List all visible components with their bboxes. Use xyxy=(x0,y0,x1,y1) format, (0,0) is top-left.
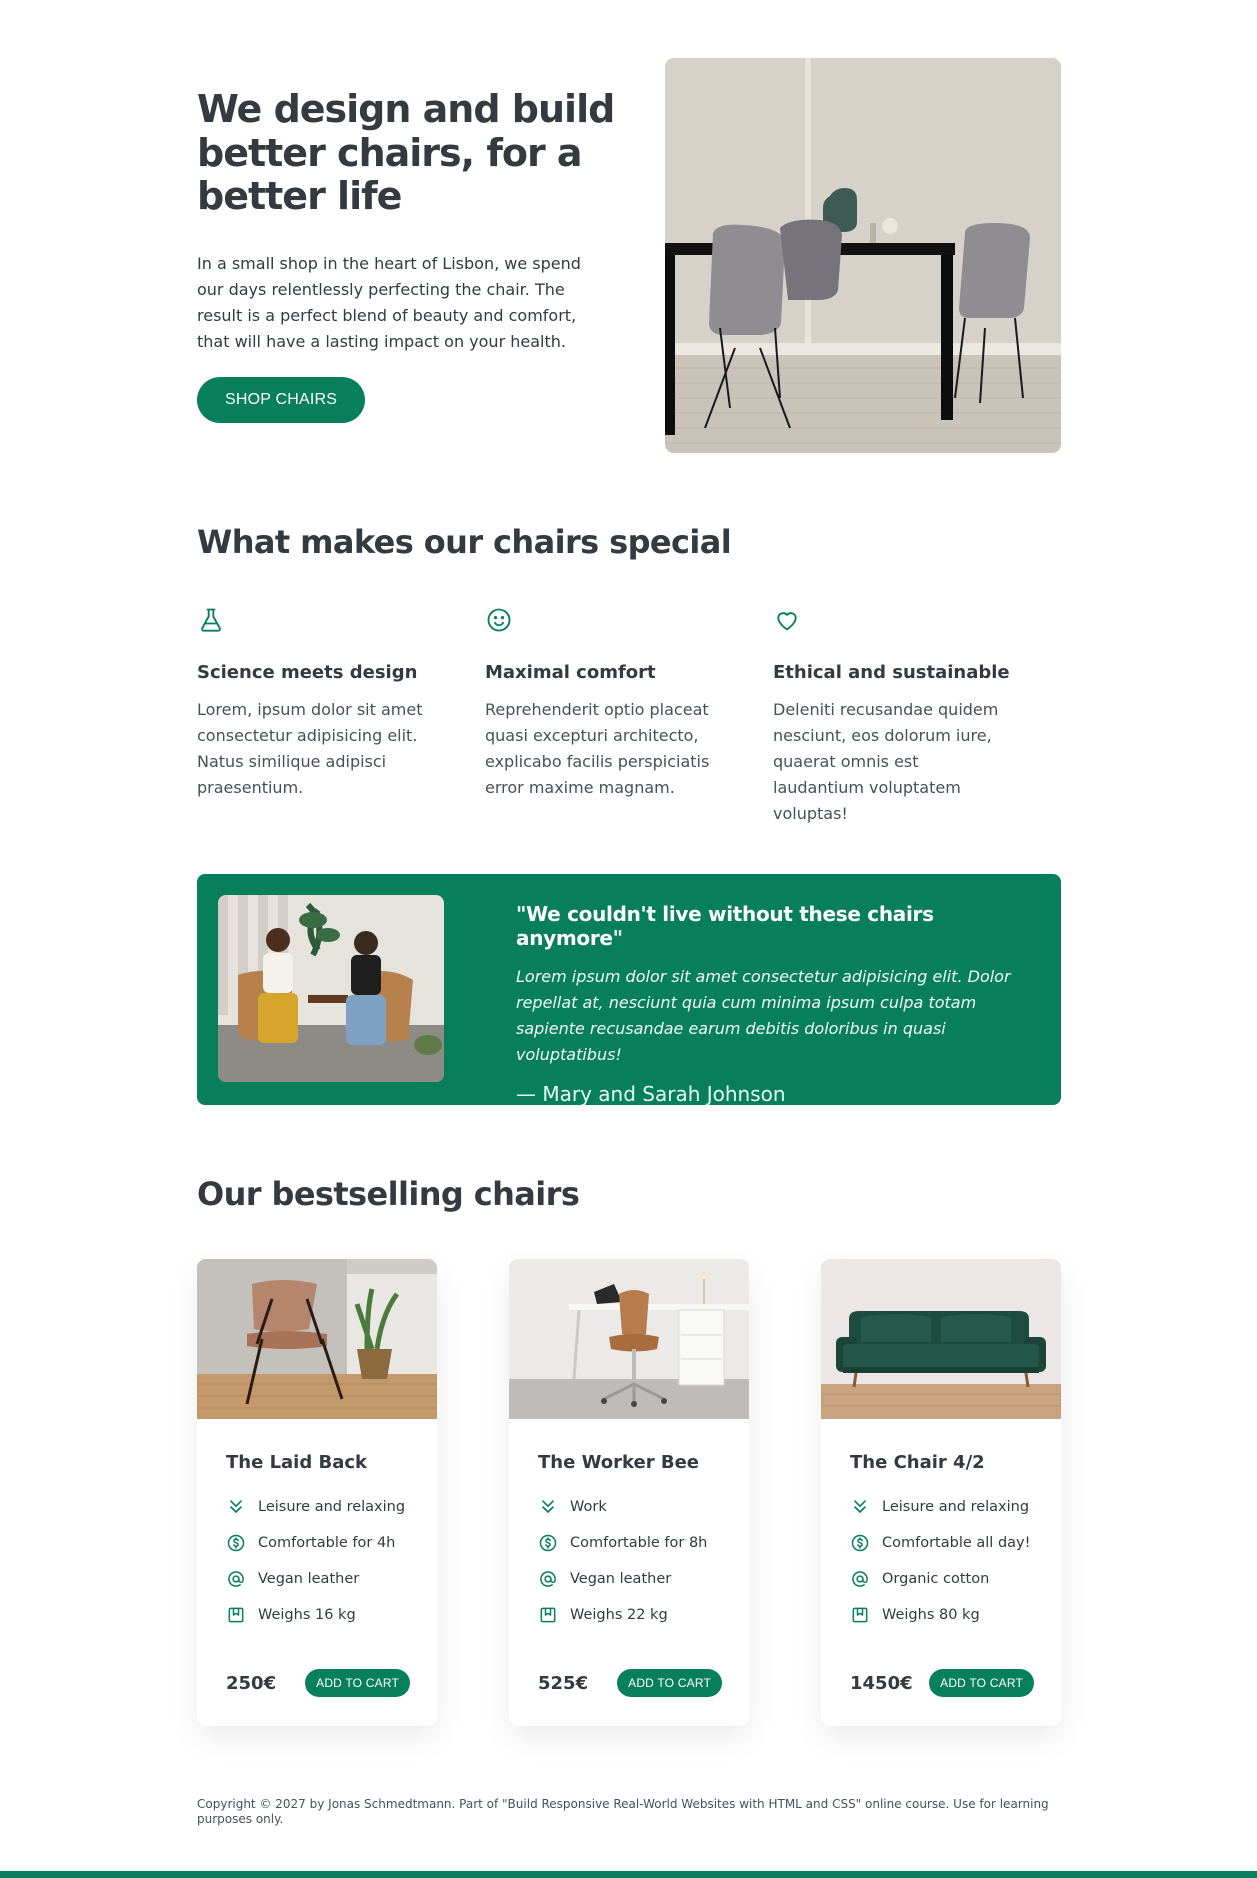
attribute-text: Comfortable for 4h xyxy=(258,1535,396,1551)
testimonial-author: — Mary and Sarah Johnson xyxy=(516,1082,786,1106)
product-price: 525€ xyxy=(538,1672,589,1694)
feature-title: Science meets design xyxy=(197,662,418,683)
feature-title: Maximal comfort xyxy=(485,662,656,683)
product-card-body: The Worker Bee Work Comfortable for 8h V… xyxy=(509,1419,749,1633)
chevrons-down-icon xyxy=(854,1500,866,1513)
chevrons-down-icon xyxy=(542,1500,554,1513)
attribute-text: Weighs 80 kg xyxy=(882,1607,980,1623)
attribute-text: Vegan leather xyxy=(258,1571,360,1587)
bookmark-icon xyxy=(852,1607,868,1623)
smile-icon xyxy=(487,608,511,632)
add-to-cart-button[interactable]: ADD TO CART xyxy=(617,1669,722,1697)
bookmark-icon xyxy=(228,1607,244,1623)
product-image xyxy=(197,1259,437,1419)
attribute-text: Organic cotton xyxy=(882,1571,990,1587)
list-item: Comfortable for 8h xyxy=(538,1525,720,1561)
feature-text: Lorem, ipsum dolor sit amet consectetur … xyxy=(197,700,423,797)
list-item: Vegan leather xyxy=(538,1561,720,1597)
feature-title: Ethical and sustainable xyxy=(773,662,1010,683)
product-card-body: The Laid Back Leisure and relaxing Comfo… xyxy=(197,1419,437,1633)
attribute-text: Weighs 16 kg xyxy=(258,1607,356,1623)
footer-copyright: Copyright © 2027 by Jonas Schmedtmann. P… xyxy=(197,1797,1049,1826)
product-footer: 525€ ADD TO CART xyxy=(538,1669,722,1697)
feature-item: Science meets design Lorem, ipsum dolor … xyxy=(197,606,485,827)
shop-chairs-button[interactable]: SHOP CHAIRS xyxy=(197,377,366,424)
product-name: The Chair 4/2 xyxy=(850,1452,985,1473)
attribute-text: Vegan leather xyxy=(570,1571,672,1587)
hero-description: In a small shop in the heart of Lisbon, … xyxy=(197,254,581,352)
product-name: The Worker Bee xyxy=(538,1452,699,1473)
flask-icon xyxy=(201,608,221,632)
product-card: The Worker Bee Work Comfortable for 8h V… xyxy=(509,1259,749,1726)
list-item: Vegan leather xyxy=(226,1561,408,1597)
feature-item: Maximal comfort Reprehenderit optio plac… xyxy=(485,606,773,827)
testimonial-text: Lorem ipsum dolor sit amet consectetur a… xyxy=(516,967,1011,1064)
dollar-circle-icon xyxy=(539,1534,557,1552)
feature-text: Deleniti recusandae quidem nesciunt, eos… xyxy=(773,700,999,823)
list-item: Weighs 16 kg xyxy=(226,1597,408,1633)
attribute-text: Leisure and relaxing xyxy=(882,1499,1030,1515)
dollar-circle-icon xyxy=(851,1534,869,1552)
dollar-circle-icon xyxy=(227,1534,245,1552)
list-item: Weighs 22 kg xyxy=(538,1597,720,1633)
product-attributes: Leisure and relaxing Comfortable all day… xyxy=(850,1489,1032,1633)
product-name: The Laid Back xyxy=(226,1452,368,1473)
at-sign-icon xyxy=(540,1571,556,1587)
product-price: 1450€ xyxy=(850,1672,913,1694)
product-attributes: Leisure and relaxing Comfortable for 4h … xyxy=(226,1489,408,1633)
list-item: Comfortable for 4h xyxy=(226,1525,408,1561)
product-card-body: The Chair 4/2 Leisure and relaxing Comfo… xyxy=(821,1419,1061,1633)
attribute-text: Comfortable for 8h xyxy=(570,1535,708,1551)
product-image xyxy=(509,1259,749,1419)
at-sign-icon xyxy=(852,1571,868,1587)
list-item: Leisure and relaxing xyxy=(850,1489,1032,1525)
product-footer: 1450€ ADD TO CART xyxy=(850,1669,1034,1697)
attribute-text: Leisure and relaxing xyxy=(258,1499,406,1515)
attribute-text: Comfortable all day! xyxy=(882,1535,1031,1551)
hero-image xyxy=(665,58,1061,453)
list-item: Organic cotton xyxy=(850,1561,1032,1597)
list-item: Comfortable all day! xyxy=(850,1525,1032,1561)
hero-section: We design and build better chairs, for a… xyxy=(197,87,617,424)
bottom-accent-bar xyxy=(0,1871,1257,1878)
chevrons-down-icon xyxy=(230,1500,242,1513)
list-item: Work xyxy=(538,1489,720,1525)
product-image xyxy=(821,1259,1061,1419)
list-item: Weighs 80 kg xyxy=(850,1597,1032,1633)
product-card: The Chair 4/2 Leisure and relaxing Comfo… xyxy=(821,1259,1061,1726)
attribute-text: Work xyxy=(570,1499,607,1515)
testimonial-content: "We couldn't live without these chairs a… xyxy=(516,902,1036,1106)
testimonial-image xyxy=(218,895,444,1082)
list-item: Leisure and relaxing xyxy=(226,1489,408,1525)
bestsellers-title: Our bestselling chairs xyxy=(197,1175,580,1213)
heart-icon xyxy=(777,612,797,631)
feature-item: Ethical and sustainable Deleniti recusan… xyxy=(773,606,1061,827)
product-card: The Laid Back Leisure and relaxing Comfo… xyxy=(197,1259,437,1726)
testimonial-quote: "We couldn't live without these chairs a… xyxy=(516,902,934,950)
attribute-text: Weighs 22 kg xyxy=(570,1607,668,1623)
special-section-title: What makes our chairs special xyxy=(197,523,732,561)
testimonial-box: "We couldn't live without these chairs a… xyxy=(197,874,1061,1106)
product-price: 250€ xyxy=(226,1672,277,1694)
add-to-cart-button[interactable]: ADD TO CART xyxy=(929,1669,1034,1697)
features-grid: Science meets design Lorem, ipsum dolor … xyxy=(197,606,1061,827)
bookmark-icon xyxy=(540,1607,556,1623)
product-footer: 250€ ADD TO CART xyxy=(226,1669,410,1697)
at-sign-icon xyxy=(228,1571,244,1587)
feature-text: Reprehenderit optio placeat quasi except… xyxy=(485,700,710,797)
add-to-cart-button[interactable]: ADD TO CART xyxy=(305,1669,410,1697)
product-attributes: Work Comfortable for 8h Vegan leather We… xyxy=(538,1489,720,1633)
hero-title: We design and build better chairs, for a… xyxy=(197,87,615,219)
